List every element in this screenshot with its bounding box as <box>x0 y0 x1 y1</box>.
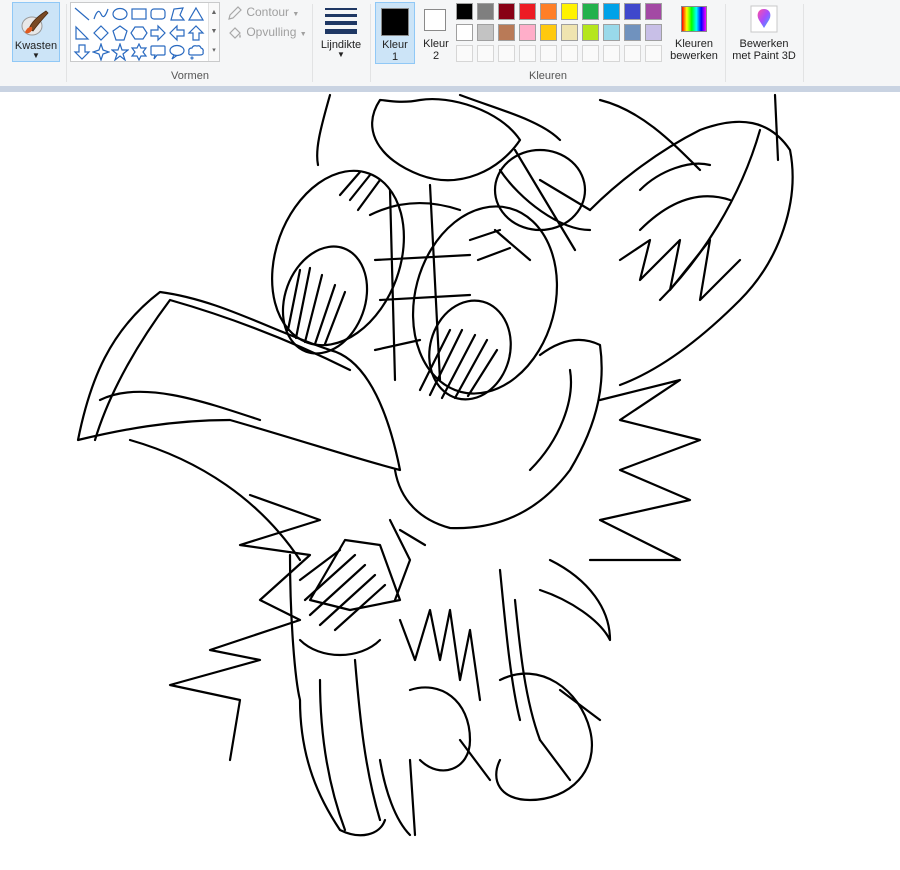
palette-swatch-empty[interactable] <box>456 45 473 62</box>
rounded-callout-shape-icon[interactable] <box>149 43 167 61</box>
sketch-drawing <box>76 93 794 837</box>
palette-swatch[interactable] <box>540 24 557 41</box>
right-arrow-shape-icon[interactable] <box>149 24 167 42</box>
color2-number: 2 <box>432 50 440 62</box>
palette-swatch-empty[interactable] <box>540 45 557 62</box>
edit-colors-label-line2: bewerken <box>670 50 718 62</box>
hexagon-shape-icon[interactable] <box>130 24 148 42</box>
color2-label: Kleur <box>423 38 449 50</box>
chevron-down-icon: ▼ <box>292 11 300 18</box>
palette-swatch-empty[interactable] <box>561 45 578 62</box>
color1-button[interactable]: Kleur 1 <box>375 2 415 64</box>
edit-colors-button[interactable]: Kleuren bewerken <box>667 2 721 66</box>
shapes-group-label: Vormen <box>171 70 209 82</box>
group-separator <box>66 4 67 82</box>
pentagon-shape-icon[interactable] <box>111 24 129 42</box>
palette-swatch-empty[interactable] <box>582 45 599 62</box>
drawing-canvas[interactable] <box>0 92 900 867</box>
four-point-star-shape-icon[interactable] <box>91 42 111 62</box>
shapes-gallery-scrollbar[interactable]: ▲ ▼ ▾ <box>208 3 219 61</box>
right-triangle-shape-icon[interactable] <box>73 24 91 42</box>
oval-callout-shape-icon[interactable] <box>168 43 186 61</box>
line-width-icon <box>325 8 357 34</box>
chevron-down-icon: ▼ <box>299 31 307 38</box>
paintbrush-icon <box>21 10 49 36</box>
cloud-callout-shape-icon[interactable] <box>187 43 205 61</box>
palette-swatch[interactable] <box>498 24 515 41</box>
palette-swatch[interactable] <box>456 24 473 41</box>
chevron-down-icon: ▼ <box>337 50 345 59</box>
palette-swatch[interactable] <box>645 3 662 20</box>
brushes-button[interactable]: Kwasten ▼ <box>12 2 60 62</box>
gallery-expand-icon[interactable]: ▾ <box>209 41 219 60</box>
pencil-icon <box>228 5 242 20</box>
paint-bucket-icon <box>229 26 241 39</box>
line-width-button[interactable]: Lijndikte ▼ <box>316 2 366 64</box>
palette-swatch[interactable] <box>561 24 578 41</box>
contour-label: Contour <box>246 5 290 19</box>
scroll-up-icon[interactable]: ▲ <box>209 3 219 22</box>
color2-swatch <box>424 9 446 31</box>
paint3d-label-line2: met Paint 3D <box>732 50 796 62</box>
palette-swatch[interactable] <box>582 3 599 20</box>
color1-label: Kleur <box>382 39 408 51</box>
curve-shape-icon[interactable] <box>92 5 110 23</box>
palette-swatch-empty[interactable] <box>498 45 515 62</box>
palette-swatch[interactable] <box>603 24 620 41</box>
oval-shape-icon[interactable] <box>111 5 129 23</box>
color2-button[interactable]: Kleur 2 <box>416 2 456 64</box>
color-spectrum-icon <box>681 6 707 32</box>
palette-swatch[interactable] <box>645 24 662 41</box>
down-arrow-shape-icon[interactable] <box>73 43 91 61</box>
rectangle-shape-icon[interactable] <box>130 5 148 23</box>
paint3d-icon <box>750 5 778 33</box>
group-separator <box>370 4 371 82</box>
palette-swatch[interactable] <box>603 3 620 20</box>
polygon-shape-icon[interactable] <box>168 5 186 23</box>
edit-with-paint3d-button[interactable]: Bewerken met Paint 3D <box>729 2 799 66</box>
paint3d-label-line1: Bewerken <box>739 38 789 50</box>
palette-swatch[interactable] <box>561 3 578 20</box>
palette-swatch[interactable] <box>456 3 473 20</box>
palette-swatch[interactable] <box>477 3 494 20</box>
palette-swatch-empty[interactable] <box>477 45 494 62</box>
fill-dropdown[interactable]: Opvulling ▼ <box>227 23 307 41</box>
shapes-gallery: ▲ ▼ ▾ <box>70 2 220 62</box>
left-arrow-shape-icon[interactable] <box>168 24 186 42</box>
rounded-rectangle-shape-icon[interactable] <box>149 5 167 23</box>
palette-swatch[interactable] <box>624 24 641 41</box>
palette-swatch-empty[interactable] <box>645 45 662 62</box>
group-separator <box>803 4 804 82</box>
triangle-shape-icon[interactable] <box>187 5 205 23</box>
chevron-down-icon: ▼ <box>32 51 40 60</box>
ribbon: Kwasten ▼ ▲ ▼ ▾ Contour ▼ Opvulling ▼ Vo… <box>0 0 900 87</box>
palette-swatch[interactable] <box>498 3 515 20</box>
palette-swatch[interactable] <box>582 24 599 41</box>
five-point-star-shape-icon[interactable] <box>110 42 130 62</box>
fill-label: Opvulling <box>246 25 297 39</box>
diamond-shape-icon[interactable] <box>92 24 110 42</box>
contour-dropdown[interactable]: Contour ▼ <box>227 3 299 21</box>
palette-swatch-empty[interactable] <box>624 45 641 62</box>
palette-swatch[interactable] <box>519 24 536 41</box>
palette-swatch-empty[interactable] <box>603 45 620 62</box>
edit-colors-label-line1: Kleuren <box>675 38 713 50</box>
color1-number: 1 <box>391 51 399 63</box>
six-point-star-shape-icon[interactable] <box>130 42 148 62</box>
scroll-down-icon[interactable]: ▼ <box>209 22 219 41</box>
palette-swatch[interactable] <box>624 3 641 20</box>
line-shape-icon[interactable] <box>73 5 91 23</box>
palette-swatch-empty[interactable] <box>519 45 536 62</box>
palette-swatch[interactable] <box>477 24 494 41</box>
palette-swatch[interactable] <box>540 3 557 20</box>
colors-group-label: Kleuren <box>529 70 567 82</box>
group-separator <box>312 4 313 82</box>
group-separator <box>725 4 726 82</box>
color1-swatch <box>381 8 409 36</box>
palette-swatch[interactable] <box>519 3 536 20</box>
up-arrow-shape-icon[interactable] <box>187 24 205 42</box>
